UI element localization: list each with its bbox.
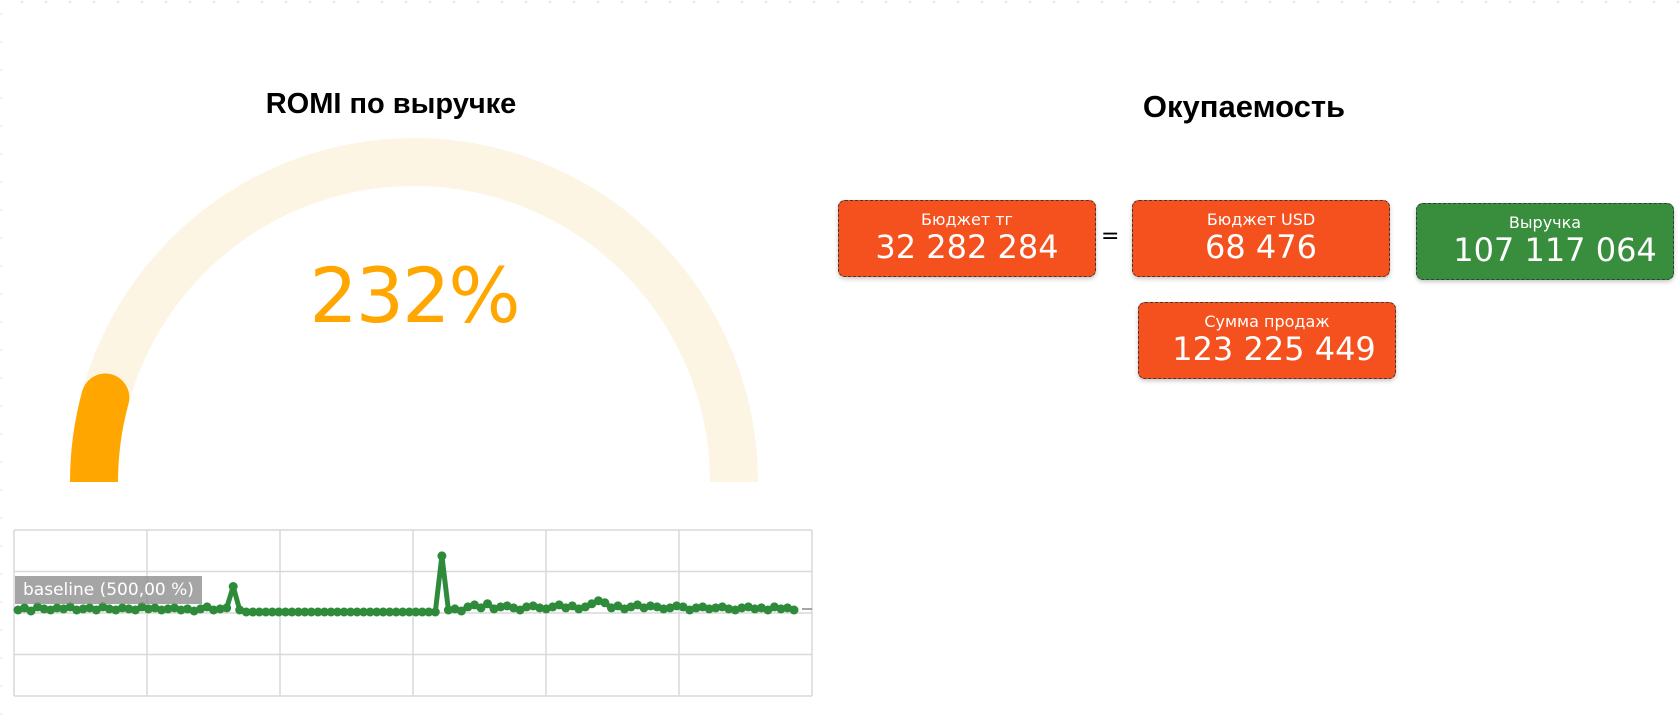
sales-sum-card: Сумма продаж 123 225 449 bbox=[1138, 302, 1396, 379]
romi-sparkline-chart bbox=[13, 529, 813, 697]
top-dotted-border bbox=[0, 0, 1680, 4]
sparkline-point bbox=[789, 605, 799, 615]
romi-title: ROMI по выручке bbox=[265, 88, 517, 120]
budget-kzt-card: Бюджет тг 32 282 284 bbox=[838, 200, 1096, 277]
budget-usd-label: Бюджет USD bbox=[1206, 210, 1316, 229]
sales-sum-label: Сумма продаж bbox=[1204, 312, 1330, 331]
revenue-card: Выручка 107 117 064 bbox=[1416, 203, 1674, 280]
sparkline-point bbox=[222, 603, 232, 613]
payback-title: Окупаемость bbox=[1142, 89, 1346, 124]
sparkline-point bbox=[437, 551, 447, 561]
budget-usd-card: Бюджет USD 68 476 bbox=[1132, 200, 1390, 277]
gauge-fill-cap bbox=[81, 373, 130, 422]
revenue-label: Выручка bbox=[1508, 213, 1582, 232]
budget-kzt-label: Бюджет тг bbox=[921, 210, 1013, 229]
budget-usd-value: 68 476 bbox=[1205, 228, 1317, 266]
equals-sign: = bbox=[1101, 224, 1120, 249]
baseline-label: baseline (500,00 %) bbox=[15, 576, 202, 604]
sparkline-point bbox=[430, 607, 440, 617]
sales-sum-value: 123 225 449 bbox=[1172, 330, 1376, 368]
budget-kzt-value: 32 282 284 bbox=[875, 228, 1059, 266]
revenue-value: 107 117 064 bbox=[1453, 231, 1657, 269]
sparkline-point bbox=[228, 582, 238, 591]
gauge-value: 232% bbox=[309, 251, 520, 340]
